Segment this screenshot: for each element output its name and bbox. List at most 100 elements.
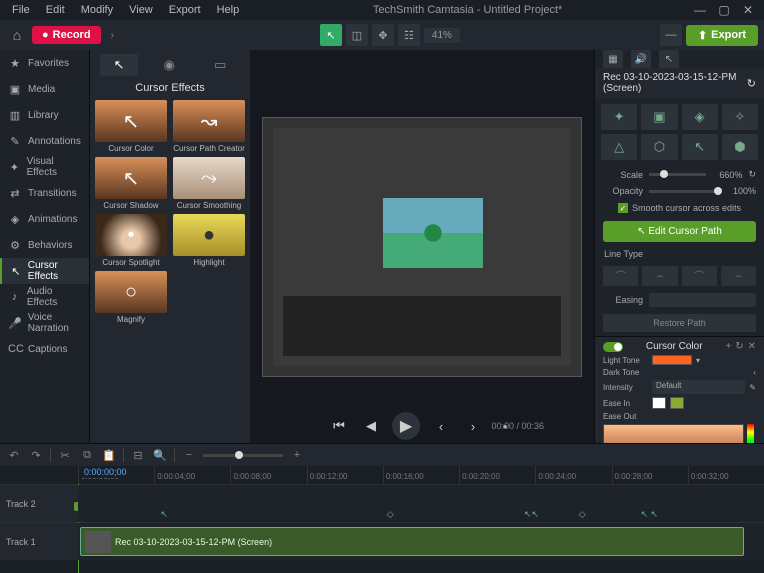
copy-icon[interactable]: ⧉ [79, 447, 95, 463]
line-type-1-icon[interactable]: ⌒ [603, 266, 638, 286]
effect-cursor-shadow[interactable]: ↖Cursor Shadow [94, 157, 168, 210]
props-tab-cursor-icon[interactable]: ↖ [659, 50, 679, 68]
light-tone-dropdown-icon[interactable]: ▾ [696, 356, 700, 365]
marker-icon[interactable]: ↖↖ [524, 509, 539, 520]
cursor-style-6-icon[interactable]: ⬡ [641, 134, 677, 160]
canvas-zoom[interactable]: 41% [424, 28, 460, 43]
marker-icon[interactable]: ↖ ↖ [641, 509, 659, 520]
cursor-tab-icon[interactable]: ↖ [100, 54, 139, 76]
sidebar-item-visual-effects[interactable]: ✦Visual Effects [0, 154, 89, 180]
minimize-panel-icon[interactable]: — [660, 24, 682, 46]
reset-color-icon[interactable]: ↻ [735, 341, 743, 352]
maximize-icon[interactable]: ▢ [712, 3, 736, 17]
dark-tone-chevron-icon[interactable]: ‹ [753, 368, 756, 377]
record-dropdown-icon[interactable]: › [105, 30, 120, 41]
sidebar-item-voice-narration[interactable]: 🎤Voice Narration [0, 310, 89, 336]
cursor-style-8-icon[interactable]: ⬢ [722, 134, 758, 160]
sidebar-item-captions[interactable]: CCCaptions [0, 336, 89, 362]
effect-cursor-path-creator[interactable]: ↝Cursor Path Creator [172, 100, 246, 153]
opacity-value[interactable]: 100% [726, 186, 756, 196]
redo-icon[interactable]: ↷ [28, 447, 44, 463]
effect-magnify[interactable]: ○Magnify [94, 271, 168, 324]
menu-export[interactable]: Export [161, 2, 209, 18]
sidebar-item-annotations[interactable]: ✎Annotations [0, 128, 89, 154]
scale-reset-icon[interactable]: ↻ [748, 169, 756, 180]
opacity-slider[interactable] [649, 190, 720, 193]
cut-icon[interactable]: ✂ [57, 447, 73, 463]
export-button[interactable]: ⬆ Export [686, 25, 758, 46]
sidebar-item-animations[interactable]: ◈Animations [0, 206, 89, 232]
close-color-icon[interactable]: ✕ [748, 341, 756, 352]
cursor-style-3-icon[interactable]: ◈ [682, 104, 718, 130]
timeline-zoom-slider[interactable] [203, 454, 283, 457]
scale-slider[interactable] [649, 173, 706, 176]
easing-select[interactable] [649, 293, 756, 307]
minimize-icon[interactable]: — [688, 3, 712, 17]
track-1-body[interactable]: ↖ ◇ ↖↖ ◇ ↖ ↖ Rec 03-10-2023-03-15-12-PM … [78, 523, 764, 560]
keypress-tab-icon[interactable]: ▭ [200, 54, 240, 76]
color-gradient-picker[interactable] [603, 424, 744, 443]
menu-help[interactable]: Help [209, 2, 248, 18]
hand-tool-icon[interactable]: ✥ [372, 24, 394, 46]
sidebar-item-cursor-effects[interactable]: ↖Cursor Effects [0, 258, 89, 284]
next-marker-icon[interactable]: › [462, 415, 484, 437]
home-icon[interactable]: ⌂ [6, 24, 28, 46]
cursor-style-4-icon[interactable]: ✧ [722, 104, 758, 130]
props-tab-video-icon[interactable]: ▦ [603, 50, 623, 68]
split-icon[interactable]: ⊟ [130, 447, 146, 463]
easein-swatch-1[interactable] [652, 397, 666, 409]
edit-cursor-path-button[interactable]: ↖ Edit Cursor Path [603, 221, 756, 242]
refresh-icon[interactable]: ↻ [747, 77, 756, 90]
marker-icon[interactable]: ↖ [160, 509, 168, 520]
step-back-icon[interactable]: ◀ [360, 415, 382, 437]
menu-modify[interactable]: Modify [73, 2, 121, 18]
intensity-select[interactable]: Default [652, 380, 745, 394]
effect-cursor-spotlight[interactable]: •Cursor Spotlight [94, 214, 168, 267]
sidebar-item-transitions[interactable]: ⇄Transitions [0, 180, 89, 206]
menu-view[interactable]: View [121, 2, 161, 18]
marker-icon[interactable]: ◇ [387, 509, 394, 520]
close-icon[interactable]: ✕ [736, 3, 760, 17]
timeline-clip[interactable]: Rec 03-10-2023-03-15-12-PM (Screen) [80, 527, 744, 556]
line-type-3-icon[interactable]: ⌒ [682, 266, 717, 286]
record-button[interactable]: Record [32, 26, 101, 44]
timeline-ruler[interactable]: 0:00:00;00 0:00:00;000:00:04;000:00:08;0… [0, 466, 764, 484]
paste-icon[interactable]: 📋 [101, 447, 117, 463]
menu-file[interactable]: File [4, 2, 38, 18]
line-type-4-icon[interactable]: ⌢ [721, 266, 756, 286]
preview-canvas[interactable] [262, 117, 582, 377]
menu-edit[interactable]: Edit [38, 2, 73, 18]
effect-cursor-color[interactable]: ↖Cursor Color [94, 100, 168, 153]
zoom-minus-icon[interactable]: − [181, 447, 197, 463]
cursor-style-7-icon[interactable]: ↖ [682, 134, 718, 160]
sidebar-item-behaviors[interactable]: ⚙Behaviors [0, 232, 89, 258]
play-button[interactable]: ▶ [392, 412, 420, 440]
line-type-2-icon[interactable]: ⌢ [642, 266, 677, 286]
cursor-style-1-icon[interactable]: ✦ [601, 104, 637, 130]
sidebar-item-media[interactable]: ▣Media [0, 76, 89, 102]
cursor-style-5-icon[interactable]: △ [601, 134, 637, 160]
crop-tool-icon[interactable]: ◫ [346, 24, 368, 46]
eyedropper-icon[interactable]: ✎ [749, 383, 756, 392]
zoom-plus-icon[interactable]: + [289, 447, 305, 463]
hue-slider[interactable] [747, 424, 754, 443]
selection-tool-icon[interactable]: ↖ [320, 24, 342, 46]
effect-highlight[interactable]: ●Highlight [172, 214, 246, 267]
props-tab-audio-icon[interactable]: 🔊 [631, 50, 651, 68]
text-tool-icon[interactable]: ☷ [398, 24, 420, 46]
add-preset-icon[interactable]: + [725, 341, 731, 352]
effect-cursor-smoothing[interactable]: ⤳Cursor Smoothing [172, 157, 246, 210]
cursor-color-toggle[interactable] [603, 342, 623, 352]
cursor-style-2-icon[interactable]: ▣ [641, 104, 677, 130]
smooth-cursor-checkbox[interactable]: ✓ [618, 203, 628, 213]
click-tab-icon[interactable]: ◉ [150, 54, 189, 76]
sidebar-item-favorites[interactable]: ★Favorites [0, 50, 89, 76]
prev-marker-icon[interactable]: ‹ [430, 415, 452, 437]
scale-value[interactable]: 660% [712, 170, 742, 180]
undo-icon[interactable]: ↶ [6, 447, 22, 463]
restore-path-button[interactable]: Restore Path [603, 314, 756, 332]
prev-frame-icon[interactable]: ⏮ [328, 415, 350, 437]
sidebar-item-library[interactable]: ▥Library [0, 102, 89, 128]
light-tone-swatch[interactable] [652, 355, 692, 365]
easein-swatch-2[interactable] [670, 397, 684, 409]
